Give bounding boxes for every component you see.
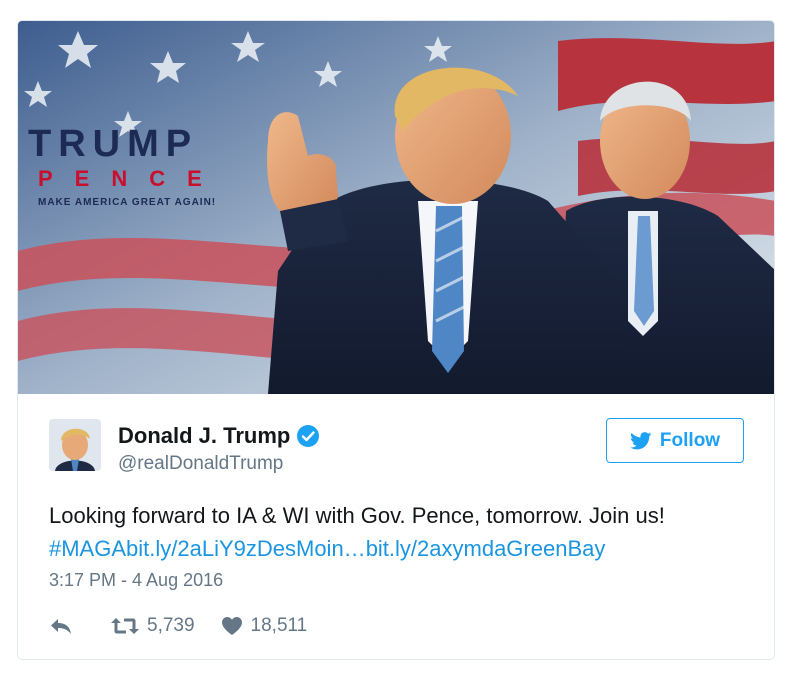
tweet-link-greenbay[interactable]: bit.ly/2axymdaGreenBay	[366, 536, 606, 561]
logo-tagline: MAKE AMERICA GREAT AGAIN!	[38, 197, 216, 208]
follow-button[interactable]: Follow	[606, 418, 744, 463]
tweet-media-image[interactable]: TRUMP PENCE MAKE AMERICA GREAT AGAIN!	[18, 21, 774, 394]
tweet-timestamp[interactable]: 3:17 PM - 4 Aug 2016	[49, 570, 223, 591]
tweet-links: #MAGAbit.ly/2aLiY9zDesMoin…bit.ly/2axymd…	[49, 532, 759, 565]
author-handle[interactable]: @realDonaldTrump	[118, 453, 283, 475]
follow-button-label: Follow	[659, 429, 721, 451]
logo-pence: PENCE	[38, 166, 224, 191]
retweet-count: 5,739	[147, 615, 195, 636]
campaign-photo: TRUMP PENCE MAKE AMERICA GREAT AGAIN!	[18, 21, 774, 394]
retweet-icon	[111, 618, 139, 634]
tweet-actions: 5,739 18,511	[49, 615, 307, 637]
avatar-image	[49, 419, 101, 471]
like-action[interactable]: 18,511	[221, 615, 308, 637]
like-count: 18,511	[250, 615, 308, 636]
tweet-text: Looking forward to IA & WI with Gov. Pen…	[49, 499, 759, 565]
author-avatar[interactable]	[49, 419, 101, 471]
retweet-action[interactable]: 5,739	[111, 615, 195, 637]
tweet-card: TRUMP PENCE MAKE AMERICA GREAT AGAIN! Do…	[17, 20, 775, 660]
reply-icon	[51, 619, 71, 634]
logo-trump: TRUMP	[28, 123, 198, 165]
tweet-body: Looking forward to IA & WI with Gov. Pen…	[49, 503, 665, 528]
author-name-text: Donald J. Trump	[118, 423, 291, 448]
verified-badge-icon	[297, 425, 320, 447]
heart-icon	[221, 617, 242, 635]
bird-icon	[630, 431, 652, 449]
tweet-link-desmoines[interactable]: #MAGAbit.ly/2aLiY9zDesMoin…	[49, 536, 366, 561]
reply-action[interactable]	[49, 616, 73, 636]
author-name[interactable]: Donald J. Trump	[118, 423, 320, 449]
